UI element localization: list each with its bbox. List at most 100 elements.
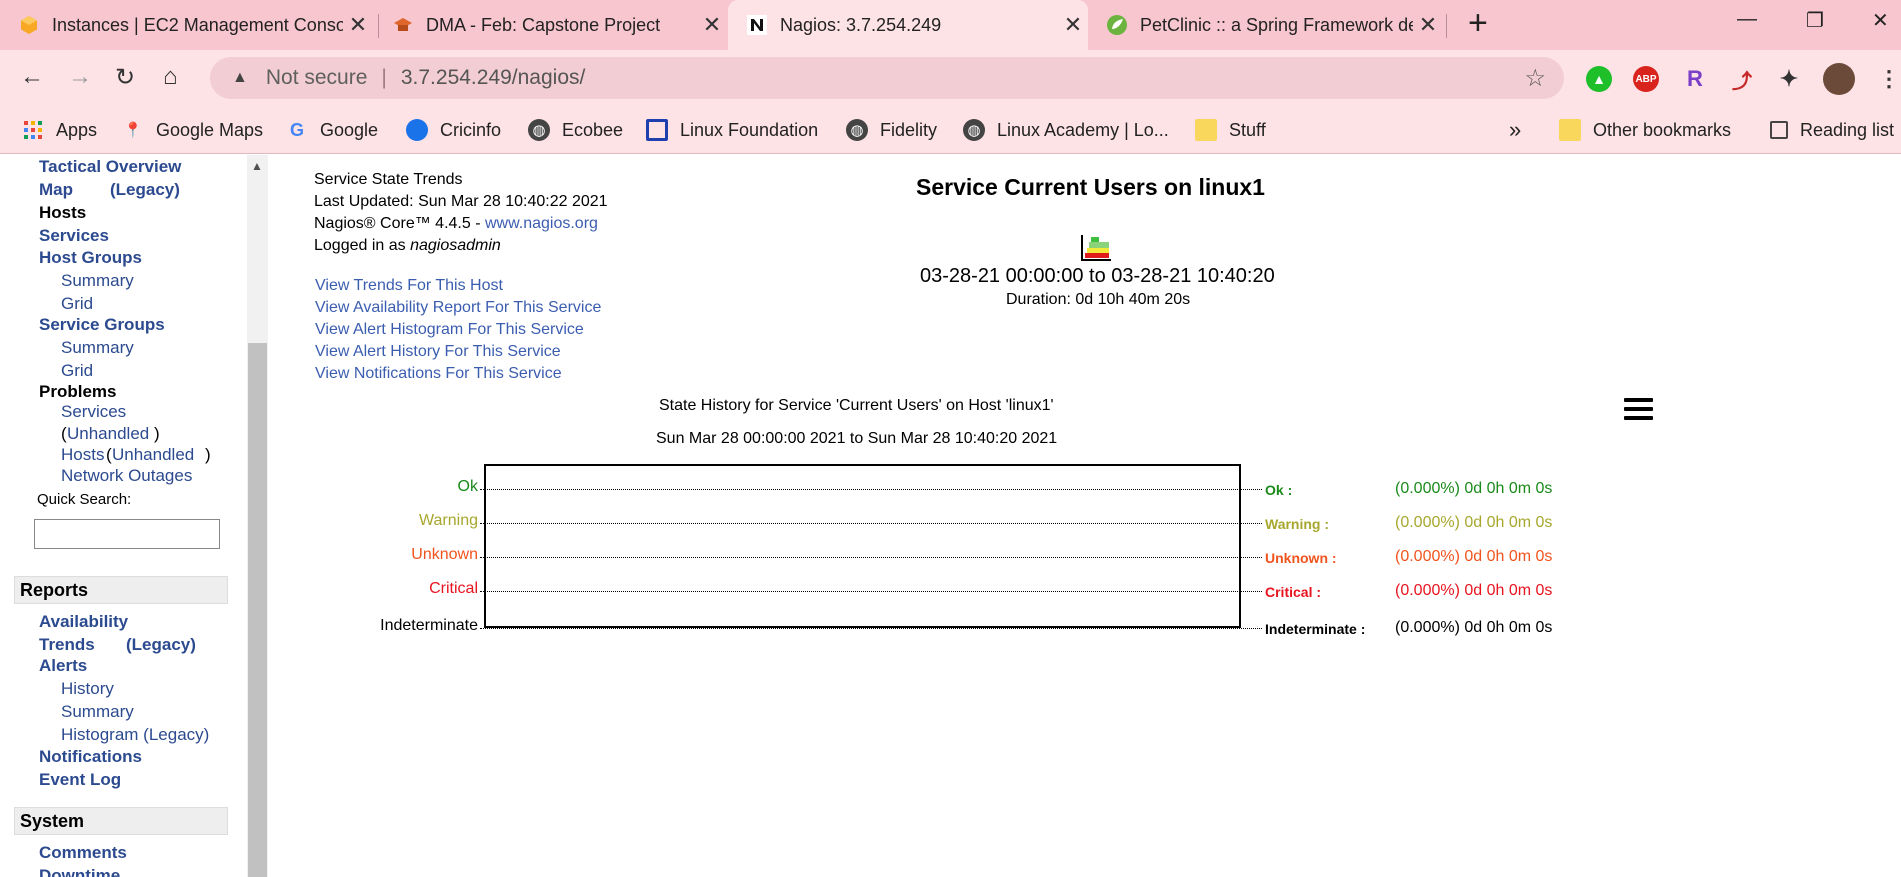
menu-icon[interactable]: ⋮ (1876, 66, 1901, 92)
tab-petclinic[interactable]: PetClinic :: a Spring Framework demonstr… (1106, 0, 1443, 50)
bookmark-linux-foundation[interactable]: Linux Foundation (646, 114, 818, 146)
link-histogram[interactable]: View Alert Histogram For This Service (315, 319, 601, 341)
nav-hg-summary[interactable]: Summary (61, 271, 134, 291)
nav-trends[interactable]: Trends (39, 635, 95, 655)
home-icon[interactable]: ⌂ (163, 63, 178, 91)
link-alert-history[interactable]: View Alert History For This Service (315, 341, 601, 363)
globe-icon: ◍ (963, 119, 985, 141)
extensions-puzzle-icon[interactable]: ✦ (1776, 66, 1802, 92)
nav-availability[interactable]: Availability (39, 612, 128, 632)
nav-hg-grid[interactable]: Grid (61, 294, 93, 314)
link-trends-host[interactable]: View Trends For This Host (315, 275, 601, 297)
security-label[interactable]: Not secure (266, 66, 368, 90)
bookmark-ecobee[interactable]: ◍ Ecobee (528, 114, 623, 146)
nav-scrollbar[interactable]: ▲ (247, 155, 268, 877)
restore-icon[interactable]: ❐ (1806, 8, 1824, 33)
warning-icon[interactable]: ▲ (232, 69, 248, 87)
nav-hosts-unhandled[interactable]: Unhandled (112, 445, 194, 465)
extension-green-icon[interactable]: ▲ (1586, 66, 1612, 92)
minimize-icon[interactable]: — (1737, 8, 1757, 31)
adblock-icon[interactable]: ABP (1633, 66, 1659, 92)
nagios-org-link[interactable]: www.nagios.org (485, 215, 598, 232)
nav-alerts[interactable]: Alerts (39, 656, 87, 676)
nav-event-log[interactable]: Event Log (39, 770, 121, 790)
nagios-icon (746, 14, 768, 36)
new-tab-button[interactable]: + (1468, 4, 1488, 43)
nav-map[interactable]: Map (39, 180, 73, 200)
legend-label-indeterminate: Indeterminate : (1265, 621, 1366, 637)
nav-services-unhandled[interactable]: Unhandled (67, 424, 149, 444)
nav-hosts[interactable]: Hosts (39, 203, 86, 223)
nav-host-groups[interactable]: Host Groups (39, 248, 142, 268)
folder-icon (1559, 119, 1581, 141)
nav-map-legacy[interactable]: (Legacy) (110, 180, 180, 200)
nav-alert-histogram[interactable]: Histogram (Legacy) (61, 725, 209, 745)
scroll-up-icon[interactable]: ▲ (251, 159, 263, 173)
star-icon[interactable]: ☆ (1524, 64, 1546, 93)
nav-problems[interactable]: Problems (39, 382, 116, 402)
aws-icon (18, 14, 40, 36)
other-bookmarks[interactable]: Other bookmarks (1559, 114, 1731, 146)
link-availability[interactable]: View Availability Report For This Servic… (315, 297, 601, 319)
nav-problem-hosts[interactable]: Hosts (61, 445, 104, 465)
bookmark-google-maps[interactable]: 📍 Google Maps (122, 114, 263, 146)
nav-problem-services[interactable]: Services (61, 402, 126, 422)
close-icon[interactable]: ✕ (1413, 12, 1443, 38)
bookmark-label: Ecobee (562, 119, 624, 140)
extension-r-icon[interactable]: R (1682, 66, 1708, 92)
nav-alert-summary[interactable]: Summary (61, 702, 134, 722)
nav-trends-legacy[interactable]: (Legacy) (126, 635, 196, 655)
close-icon[interactable]: ✕ (1058, 12, 1088, 38)
close-icon[interactable]: ✕ (697, 12, 727, 38)
avatar[interactable] (1823, 63, 1855, 95)
nav-comments[interactable]: Comments (39, 843, 127, 863)
nav-services[interactable]: Services (39, 226, 109, 246)
tab-dma[interactable]: DMA - Feb: Capstone Project ✕ (392, 0, 727, 50)
bookmark-apps[interactable]: Apps (22, 114, 97, 146)
state-line-ok (480, 489, 1262, 490)
state-label-critical: Critical (429, 580, 478, 597)
address-bar[interactable]: ▲ Not secure | 3.7.254.249/nagios/ ☆ (210, 57, 1564, 99)
nav-downtime[interactable]: Downtime (39, 866, 120, 877)
forward-icon[interactable]: → (68, 63, 92, 91)
nav-network-outages[interactable]: Network Outages (61, 466, 192, 486)
tab-nagios[interactable]: Nagios: 3.7.254.249 ✕ (728, 0, 1088, 50)
nav-alert-history[interactable]: History (61, 679, 114, 699)
paren-open: ( (106, 445, 112, 464)
quick-search-input[interactable] (34, 519, 220, 549)
nav-service-groups[interactable]: Service Groups (39, 315, 165, 335)
legend-label-critical: Critical : (1265, 584, 1322, 600)
link-notifications[interactable]: View Notifications For This Service (315, 363, 601, 385)
nav-sg-grid[interactable]: Grid (61, 361, 93, 381)
reload-icon[interactable]: ↻ (115, 63, 135, 92)
reading-list[interactable]: Reading list (1770, 114, 1894, 146)
close-window-icon[interactable]: ✕ (1872, 8, 1889, 33)
scrollbar-thumb[interactable] (248, 343, 267, 877)
close-icon[interactable]: ✕ (343, 12, 373, 38)
tab-ec2[interactable]: Instances | EC2 Management Console ✕ (18, 0, 373, 50)
maps-pin-icon: 📍 (123, 122, 143, 139)
state-line-critical (480, 591, 1262, 592)
nav-sg-summary[interactable]: Summary (61, 338, 134, 358)
bookmark-linux-academy[interactable]: ◍ Linux Academy | Lo... (963, 114, 1169, 146)
bookmark-cricinfo[interactable]: Cricinfo (406, 114, 501, 146)
hamburger-menu-icon[interactable] (1624, 398, 1653, 425)
extension-arrow-icon[interactable]: ⤴ (1729, 66, 1755, 93)
info-box: Service State Trends Last Updated: Sun M… (314, 169, 608, 257)
bookmark-google[interactable]: G Google (286, 114, 378, 146)
google-g-icon: G (289, 119, 304, 140)
legend-label-unknown: Unknown : (1265, 550, 1337, 566)
bookmark-fidelity[interactable]: ◍ Fidelity (846, 114, 937, 146)
duration: Duration: 0d 10h 40m 20s (1006, 291, 1191, 308)
bookmark-stuff[interactable]: Stuff (1195, 114, 1266, 146)
url-text[interactable]: 3.7.254.249/nagios/ (401, 66, 586, 90)
nav-tactical-overview[interactable]: Tactical Overview (39, 157, 181, 177)
state-line-indeterminate (480, 628, 1262, 629)
back-icon[interactable]: ← (20, 63, 44, 91)
bookmarks-more-button[interactable]: » (1509, 114, 1521, 146)
nav-notifications[interactable]: Notifications (39, 747, 142, 767)
spring-icon (1106, 14, 1128, 36)
state-label-indeterminate: Indeterminate (380, 617, 478, 634)
nagios-side-nav: Tactical Overview Map (Legacy) Hosts Ser… (0, 155, 248, 877)
report-title: Service Current Users on linux1 (916, 174, 1265, 200)
